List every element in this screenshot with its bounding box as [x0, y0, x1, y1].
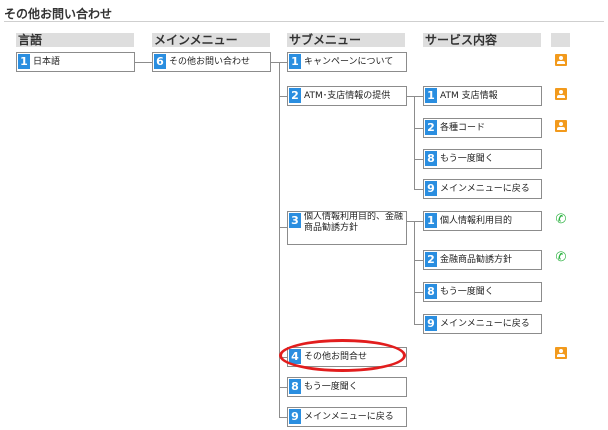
number-badge: 8 — [425, 284, 437, 299]
connector — [414, 221, 415, 324]
node-service-repeat[interactable]: 8 もう一度聞く — [423, 149, 542, 169]
title-divider — [4, 21, 604, 22]
node-label: もう一度聞く — [304, 382, 358, 392]
number-badge: 1 — [289, 54, 301, 69]
node-service-back-to-main[interactable]: 9 メインメニューに戻る — [423, 179, 542, 199]
node-label: 個人情報利用目的、金融商品勧誘方針 — [304, 212, 404, 233]
node-label: その他お問い合わせ — [169, 57, 251, 67]
number-badge: 8 — [425, 151, 437, 166]
number-badge: 2 — [425, 252, 437, 267]
header-main-menu: メインメニュー — [152, 33, 270, 47]
phone-icon: ✆ — [555, 250, 567, 265]
node-service-solicitation-policy[interactable]: 2 金融商品勧誘方針 — [423, 250, 542, 270]
node-sub-back-to-main[interactable]: 9 メインメニューに戻る — [287, 407, 407, 427]
node-label: 日本語 — [33, 57, 61, 67]
node-language-japanese[interactable]: 1 日本語 — [16, 52, 135, 72]
header-service: サービス内容 — [423, 33, 541, 47]
phone-icon: ✆ — [555, 212, 567, 227]
highlight-ellipse — [279, 339, 406, 372]
node-label: ATM 支店情報 — [440, 91, 498, 101]
connector — [414, 96, 415, 189]
node-label: キャンペーンについて — [304, 57, 394, 67]
node-label: メインメニューに戻る — [440, 184, 530, 194]
node-label: 金融商品勧誘方針 — [440, 255, 513, 265]
operator-icon — [555, 347, 567, 359]
number-badge: 9 — [425, 316, 437, 331]
connector — [279, 62, 280, 417]
number-badge: 2 — [425, 120, 437, 135]
node-label: ATM･支店情報の提供 — [304, 91, 391, 101]
number-badge: 3 — [289, 213, 301, 228]
node-main-other-inquiries[interactable]: 6 その他お問い合わせ — [152, 52, 271, 72]
number-badge: 6 — [154, 54, 166, 69]
node-service-privacy-purpose[interactable]: 1 個人情報利用目的 — [423, 211, 542, 231]
connector — [135, 62, 153, 63]
connector — [407, 96, 424, 97]
connector — [407, 221, 424, 222]
operator-icon — [555, 120, 567, 132]
node-label: 個人情報利用目的 — [440, 216, 513, 226]
number-badge: 9 — [425, 181, 437, 196]
number-badge: 8 — [289, 379, 301, 394]
node-sub-atm-branch-info[interactable]: 2 ATM･支店情報の提供 — [287, 86, 407, 106]
node-label: 各種コード — [440, 123, 486, 133]
header-icon-column — [551, 33, 570, 47]
operator-icon — [555, 88, 567, 100]
number-badge: 1 — [425, 213, 437, 228]
node-sub-privacy-policy[interactable]: 3 個人情報利用目的、金融商品勧誘方針 — [287, 211, 407, 245]
node-label: もう一度聞く — [440, 154, 494, 164]
node-label: もう一度聞く — [440, 287, 494, 297]
number-badge: 2 — [289, 88, 301, 103]
page-title: その他お問い合わせ — [4, 7, 113, 21]
operator-icon — [555, 54, 567, 66]
number-badge: 1 — [18, 54, 30, 69]
node-service-back-to-main[interactable]: 9 メインメニューに戻る — [423, 314, 542, 334]
node-service-codes[interactable]: 2 各種コード — [423, 118, 542, 138]
header-language: 言語 — [16, 33, 134, 47]
node-label: メインメニューに戻る — [304, 412, 394, 422]
number-badge: 1 — [425, 88, 437, 103]
node-sub-campaign[interactable]: 1 キャンペーンについて — [287, 52, 407, 72]
number-badge: 9 — [289, 409, 301, 424]
node-service-atm-branch[interactable]: 1 ATM 支店情報 — [423, 86, 542, 106]
node-sub-repeat[interactable]: 8 もう一度聞く — [287, 377, 407, 397]
node-label: メインメニューに戻る — [440, 319, 530, 329]
header-sub-menu: サブメニュー — [287, 33, 405, 47]
node-service-repeat[interactable]: 8 もう一度聞く — [423, 282, 542, 302]
